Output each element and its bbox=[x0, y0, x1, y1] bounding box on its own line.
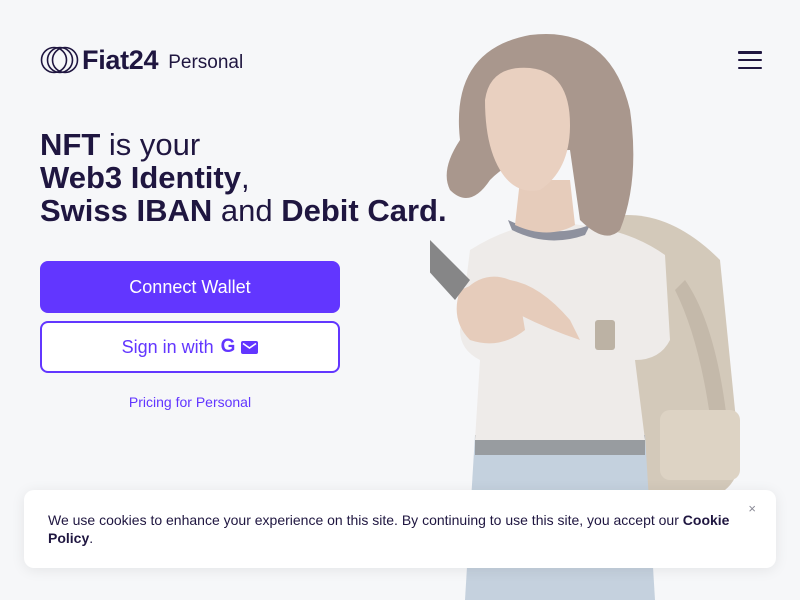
brand-name: Fiat24 bbox=[82, 44, 159, 75]
brand-logo[interactable]: Fiat24 Personal bbox=[40, 42, 243, 78]
headline-swiss-iban: Swiss IBAN bbox=[40, 193, 213, 228]
connect-wallet-button[interactable]: Connect Wallet bbox=[40, 261, 340, 313]
cookie-suffix: . bbox=[89, 530, 94, 546]
cookie-banner: We use cookies to enhance your experienc… bbox=[24, 490, 776, 568]
pricing-link[interactable]: Pricing for Personal bbox=[40, 394, 340, 410]
brand-subtitle: Personal bbox=[168, 51, 244, 73]
headline-nft: NFT bbox=[40, 127, 101, 162]
cookie-text: We use cookies to enhance your experienc… bbox=[48, 512, 683, 528]
mail-icon bbox=[241, 340, 259, 354]
hero-headline: NFT is your Web3 Identity, Swiss IBAN an… bbox=[40, 128, 500, 227]
sign-in-button[interactable]: Sign in with G bbox=[40, 321, 340, 373]
headline-debit-card: Debit Card. bbox=[281, 193, 447, 228]
headline-is-your: is your bbox=[100, 127, 201, 162]
headline-web3-identity: Web3 Identity bbox=[40, 160, 241, 195]
google-icon: G bbox=[220, 336, 236, 357]
headline-comma: , bbox=[240, 160, 250, 195]
fiat24-logo-icon bbox=[40, 46, 79, 74]
cookie-message: We use cookies to enhance your experienc… bbox=[48, 511, 752, 547]
close-icon[interactable]: × bbox=[748, 502, 756, 516]
headline-and: and bbox=[212, 193, 282, 228]
sign-in-label: Sign in with bbox=[121, 336, 214, 357]
